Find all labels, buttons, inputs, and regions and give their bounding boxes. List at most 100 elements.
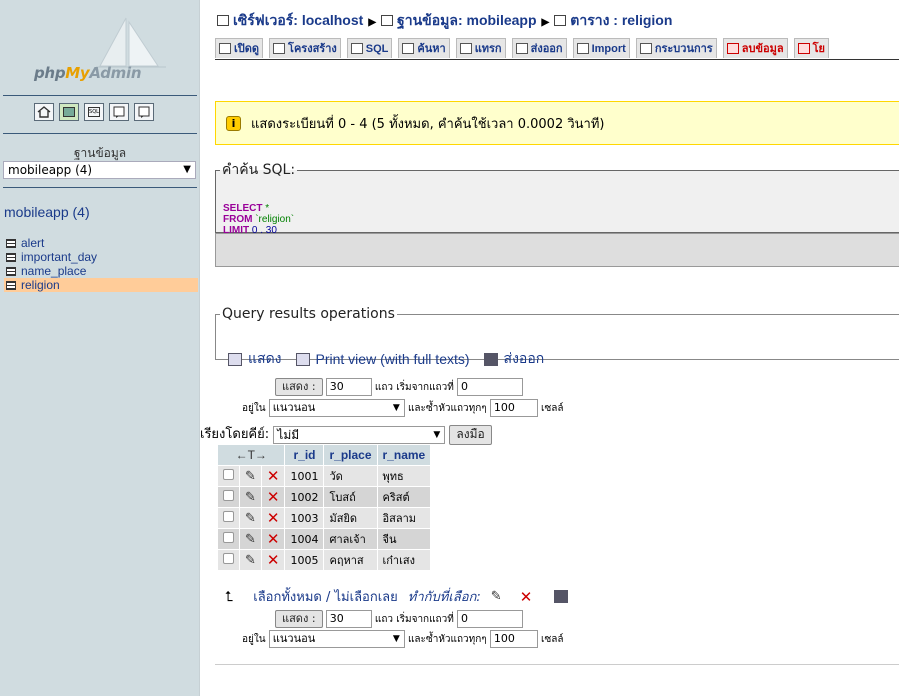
show-link[interactable]: แสดง	[228, 348, 282, 370]
show-rows-button[interactable]: แสดง :	[275, 378, 323, 396]
table-icon[interactable]	[6, 238, 16, 248]
column-header-r-id[interactable]: r_id	[285, 445, 324, 465]
sidebar-table-item[interactable]: important_day	[4, 250, 198, 264]
table-icon[interactable]	[6, 280, 16, 290]
tab-insert[interactable]: แทรก	[455, 38, 506, 58]
delete-icon[interactable]: ✕	[267, 467, 280, 485]
tab-search[interactable]: ค้นหา	[398, 38, 450, 58]
print-view-link[interactable]: Print view (with full texts)	[295, 348, 470, 370]
export-link-label: ส่งออก	[503, 350, 545, 366]
delete-icon[interactable]: ✕	[267, 509, 280, 527]
breadcrumb-table[interactable]: ตาราง : religion	[570, 12, 672, 28]
table-cell: 1001	[285, 466, 324, 486]
rows-count-input[interactable]: 30	[325, 378, 372, 396]
sort-key-select[interactable]: ไม่มี ▼	[273, 425, 446, 444]
database-name-link[interactable]: mobileapp (4)	[4, 204, 90, 220]
database-select[interactable]: mobileapp (4) ▼	[3, 161, 196, 179]
display-mode-select[interactable]: แนวนอน ▼	[268, 399, 405, 417]
sql-select-keyword: SELECT	[223, 203, 263, 214]
help-icon[interactable]	[134, 103, 154, 121]
mode-label: อยู่ใน	[242, 403, 266, 414]
tab-import[interactable]: Import	[572, 38, 630, 58]
sidebar-table-label[interactable]: religion	[21, 278, 60, 292]
tab-drop[interactable]: โย	[793, 38, 829, 58]
column-arrows-header[interactable]: ←T→	[218, 445, 285, 465]
chevron-down-icon: ▼	[183, 164, 191, 175]
nav-form-top-mode: อยู่ใน แนวนอน ▼ และซ้ำหัวแถวทุกๆ 100 เซลล…	[242, 399, 564, 417]
import-icon	[576, 43, 589, 54]
table-icon[interactable]	[6, 266, 16, 276]
start-row-input-bottom[interactable]: 0	[457, 610, 524, 628]
tab-export[interactable]: ส่งออก	[511, 38, 567, 58]
tab-label: ค้นหา	[417, 42, 446, 55]
rows-label-bottom: แถว เริ่มจากแถวที่	[374, 614, 454, 625]
show-link-label: แสดง	[248, 350, 282, 366]
delete-icon[interactable]: ✕	[267, 551, 280, 569]
tab-label: ส่งออก	[530, 42, 563, 55]
tab-browse[interactable]: เปิดดู	[215, 38, 264, 58]
row-checkbox[interactable]	[223, 490, 234, 501]
quick-icons-bar: SQL	[34, 103, 154, 125]
nav-form-bottom-mode: อยู่ใน แนวนอน ▼ และซ้ำหัวแถวทุกๆ 100 เซลล…	[242, 630, 564, 648]
database-select-value: mobileapp (4)	[8, 163, 93, 177]
row-checkbox[interactable]	[223, 511, 234, 522]
table-row: ✎ ✕ 1003 มัสยิด อิสลาม	[218, 508, 431, 528]
delete-icon[interactable]: ✕	[267, 488, 280, 506]
edit-icon[interactable]: ✎	[245, 490, 256, 505]
export-link[interactable]: ส่งออก	[483, 348, 545, 370]
tab-structure[interactable]: โครงสร้าง	[269, 38, 341, 58]
display-mode-select-bottom[interactable]: แนวนอน ▼	[268, 630, 405, 648]
table-row: ✎ ✕ 1001 วัด พุทธ	[218, 466, 431, 486]
table-icon[interactable]	[6, 252, 16, 262]
divider	[215, 664, 899, 665]
sidebar-table-label[interactable]: important_day	[21, 250, 97, 264]
uncheck-all-link[interactable]: ไม่เลือกเลย	[335, 590, 398, 605]
column-header-r-name[interactable]: r_name	[377, 445, 431, 465]
check-all-link[interactable]: เลือกทั้งหมด	[253, 590, 322, 605]
tab-label: SQL	[365, 42, 389, 55]
start-row-input[interactable]: 0	[457, 378, 524, 396]
row-checkbox[interactable]	[223, 469, 234, 480]
delete-icon[interactable]: ✕	[267, 530, 280, 548]
repeat-header-input-bottom[interactable]: 100	[489, 630, 538, 648]
go-button[interactable]: ลงมือ	[449, 424, 492, 445]
docs-icon[interactable]	[109, 103, 129, 121]
row-delete-cell: ✕	[261, 466, 285, 486]
sql-query-box: คำค้น SQL: SELECT * FROM `religion` LIMI…	[215, 159, 899, 236]
tab-empty[interactable]: ลบข้อมูล	[722, 38, 788, 58]
tab-operations[interactable]: กระบวนการ	[635, 38, 717, 58]
repeat-header-input[interactable]: 100	[489, 399, 538, 417]
phpmyadmin-logo[interactable]: phpMyAdmin	[0, 0, 200, 92]
tab-label: เปิดดู	[234, 42, 260, 55]
row-checkbox[interactable]	[223, 553, 234, 564]
sidebar-table-label[interactable]: name_place	[21, 264, 86, 278]
tab-sql[interactable]: SQL	[346, 38, 393, 58]
divider	[3, 133, 197, 134]
edit-icon[interactable]: ✎	[245, 469, 256, 484]
sql-query-icon[interactable]	[59, 103, 79, 121]
export-selected-icon[interactable]	[554, 590, 569, 603]
breadcrumb-server[interactable]: เซิร์ฟเวอร์: localhost	[233, 12, 363, 28]
divider	[3, 95, 197, 96]
edit-icon[interactable]: ✎	[245, 511, 256, 526]
edit-icon[interactable]: ✎	[245, 532, 256, 547]
home-icon[interactable]	[34, 103, 54, 121]
sidebar-table-item[interactable]: religion	[4, 278, 198, 292]
export-icon	[515, 43, 528, 54]
show-rows-button-bottom[interactable]: แสดง :	[275, 610, 323, 628]
sidebar-table-label[interactable]: alert	[21, 236, 44, 250]
sidebar-table-item[interactable]: name_place	[4, 264, 198, 278]
edit-selected-icon[interactable]: ✎	[491, 589, 502, 604]
delete-selected-icon[interactable]: ✕	[520, 588, 533, 606]
qro-legend: Query results operations	[222, 306, 395, 322]
breadcrumb-database[interactable]: ฐานข้อมูล: mobileapp	[397, 12, 537, 28]
cells-label-bottom: เซลล์	[541, 634, 564, 645]
row-checkbox[interactable]	[223, 532, 234, 543]
rows-count-input-bottom[interactable]: 30	[325, 610, 372, 628]
sidebar-table-item[interactable]: alert	[4, 236, 198, 250]
edit-icon[interactable]: ✎	[245, 553, 256, 568]
sql-window-icon[interactable]: SQL	[84, 103, 104, 121]
table-cell: เก๋าเสง	[377, 550, 431, 570]
table-cell: คฤหาส	[324, 550, 377, 570]
column-header-r-place[interactable]: r_place	[324, 445, 377, 465]
